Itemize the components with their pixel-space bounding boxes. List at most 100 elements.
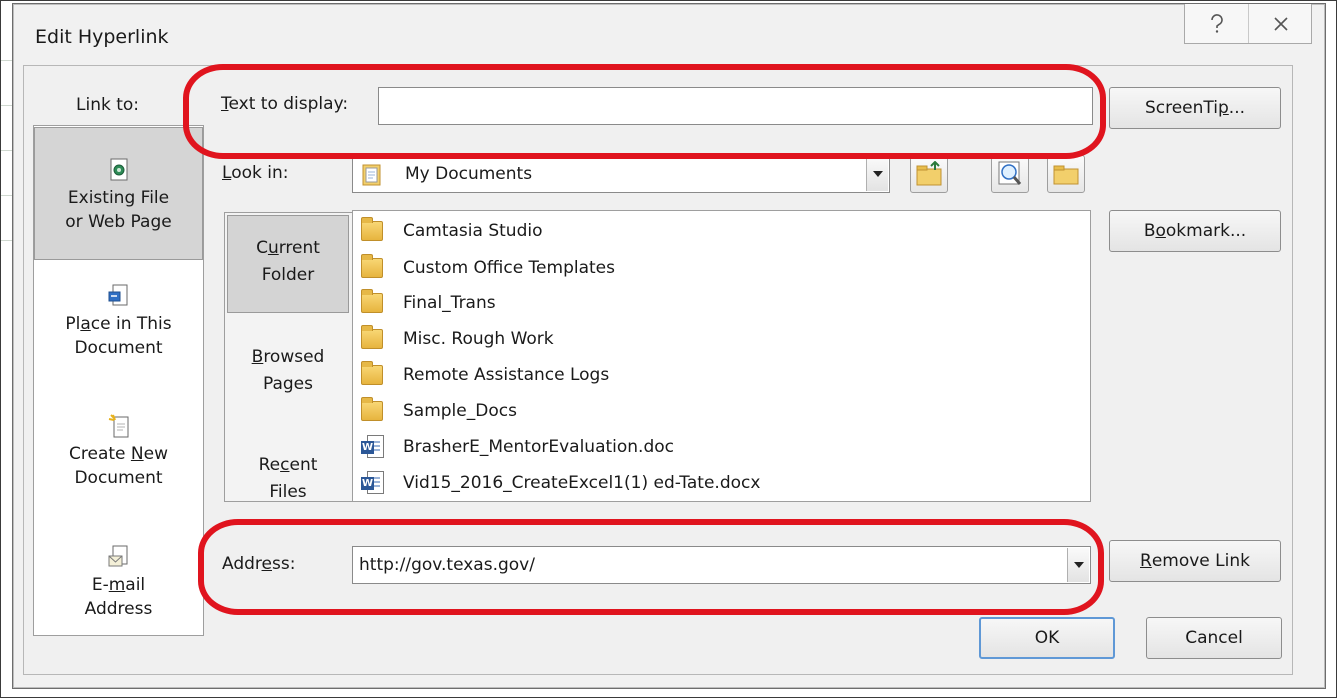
tab-current-folder[interactable]: Current Folder [227, 215, 349, 313]
create-label-line2: Document [74, 468, 163, 488]
address-label: Address: [222, 554, 295, 574]
link-to-existing-file[interactable]: Existing File or Web Page [34, 127, 203, 260]
create-label-post: ew [143, 444, 168, 464]
text-to-display-input[interactable] [378, 87, 1093, 125]
remove-link-label-post: emove Link [1151, 551, 1250, 571]
address-label-post: ss: [272, 554, 296, 574]
email-label-post: ail [125, 575, 146, 595]
place-label-pre: Pl [65, 314, 81, 334]
word-document-icon: W [361, 471, 385, 495]
folder-icon [1053, 165, 1079, 185]
place-label-post: ce in This [90, 314, 172, 334]
close-button[interactable] [1249, 4, 1313, 43]
address-label-accel: e [261, 554, 272, 574]
place-label-line2: Document [74, 338, 163, 358]
file-name: Misc. Rough Work [403, 329, 554, 349]
list-item[interactable]: Misc. Rough Work [361, 322, 554, 356]
look-in-dropdown-arrow[interactable] [866, 157, 888, 191]
list-item[interactable]: Final_Trans [361, 286, 496, 320]
file-name: Vid15_2016_CreateExcel1(1) ed-Tate.docx [403, 473, 761, 493]
tab-current-folder-pre: C [256, 238, 268, 258]
dialog-title: Edit Hyperlink [35, 26, 169, 48]
email-address-icon [108, 545, 127, 567]
tab-current-folder-accel: u [267, 238, 279, 258]
link-to-label: Link to: [76, 95, 140, 115]
file-list: Camtasia Studio Custom Office Templates … [352, 210, 1091, 502]
tab-recent-files-post: ent [289, 455, 318, 475]
tab-browsed-pages-accel: B [251, 347, 264, 367]
title-bar-buttons [1184, 4, 1312, 44]
browse-web-icon [998, 161, 1022, 185]
folder-icon [361, 289, 383, 313]
browse-file-button[interactable] [1047, 155, 1085, 193]
place-label-accel: a [80, 314, 91, 334]
ok-button[interactable]: OK [979, 617, 1115, 659]
bookmark-label-post: okmark... [1165, 221, 1247, 241]
look-in-label-rest: ook in: [231, 163, 289, 183]
tab-recent-files-pre: Re [258, 455, 281, 475]
file-name: Camtasia Studio [403, 221, 543, 241]
file-name: Custom Office Templates [403, 258, 615, 278]
look-in-accel: L [222, 163, 232, 183]
link-to-email-address[interactable]: E-mail Address [34, 545, 203, 621]
folder-icon [361, 254, 383, 278]
bookmark-label-accel: o [1155, 221, 1166, 241]
link-to-place-in-document[interactable]: Place in This Document [34, 284, 203, 360]
text-to-display-accel: T [221, 94, 229, 114]
folder-icon [361, 361, 383, 385]
remove-link-button[interactable]: Remove Link [1109, 540, 1281, 582]
folder-icon [361, 217, 383, 241]
place-in-document-icon [108, 284, 127, 306]
address-input[interactable]: http://gov.texas.gov/ [352, 546, 1091, 584]
look-in-label: Look in: [222, 163, 288, 183]
list-item[interactable]: Custom Office Templates [361, 251, 615, 285]
list-item[interactable]: W Vid15_2016_CreateExcel1(1) ed-Tate.doc… [361, 466, 760, 500]
help-icon [1210, 13, 1223, 33]
screentip-label-accel: p [1218, 98, 1229, 118]
bookmark-label-pre: B [1143, 221, 1156, 241]
email-label-pre: E- [91, 575, 109, 595]
bookmark-button[interactable]: Bo okmark... [1109, 210, 1281, 252]
link-to-create-new-document[interactable]: Create New Document [34, 414, 203, 490]
create-label-accel: N [130, 444, 144, 464]
browse-web-button[interactable] [991, 155, 1029, 193]
close-icon [1274, 16, 1288, 31]
file-name: Remote Assistance Logs [403, 365, 610, 385]
up-one-folder-button[interactable] [910, 155, 948, 193]
address-label-pre: Addr [222, 554, 262, 574]
file-name: Sample_Docs [403, 401, 517, 421]
existing-file-icon [110, 158, 127, 181]
look-in-dropdown[interactable]: My Documents [352, 155, 890, 193]
help-button[interactable] [1185, 4, 1249, 43]
tab-recent-files[interactable]: Recent Files [227, 452, 349, 506]
address-value: http://gov.texas.gov/ [359, 555, 535, 575]
screentip-button[interactable]: ScreenTi p... [1109, 87, 1281, 129]
cancel-button[interactable]: Cancel [1146, 617, 1282, 659]
list-item[interactable]: Camtasia Studio [361, 214, 542, 248]
email-label-line2: Address [84, 599, 153, 619]
tab-browsed-pages[interactable]: Browsed Pages [227, 344, 349, 398]
tab-current-folder-line2: Folder [261, 265, 315, 285]
remove-link-accel: R [1140, 551, 1152, 571]
look-in-value: My Documents [405, 164, 533, 184]
create-label-pre: Create [69, 444, 131, 464]
list-item[interactable]: Sample_Docs [361, 394, 517, 428]
file-name: Final_Trans [403, 293, 496, 313]
folder-icon [361, 397, 383, 421]
tab-current-folder-post: rrent [278, 238, 320, 258]
tab-browsed-pages-post: rowsed [263, 347, 325, 367]
list-item[interactable]: Remote Assistance Logs [361, 358, 609, 392]
text-to-display-label: Text to display: [221, 94, 348, 114]
email-label-accel: m [108, 575, 126, 595]
list-item[interactable]: W BrasherE_MentorEvaluation.doc [361, 430, 674, 464]
address-dropdown-arrow[interactable] [1067, 548, 1089, 582]
screentip-label-pre: ScreenTi [1144, 98, 1218, 118]
link-to-existing-file-line2: or Web Page [65, 212, 172, 232]
tab-recent-files-line2: Files [269, 482, 307, 502]
create-new-document-icon [108, 414, 128, 438]
tab-browsed-pages-line2: Pages [262, 374, 313, 394]
file-name: BrasherE_MentorEvaluation.doc [403, 437, 674, 457]
screentip-label-post: ... [1228, 98, 1246, 118]
up-folder-icon [916, 161, 942, 186]
word-document-icon: W [361, 435, 385, 459]
